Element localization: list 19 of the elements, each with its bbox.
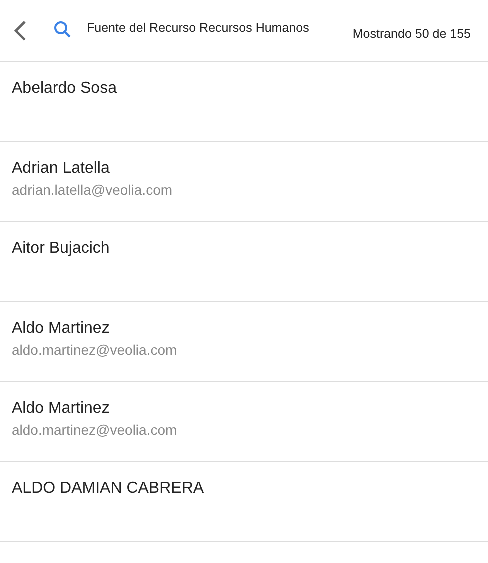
contact-email: aldo.martinez@veolia.com: [12, 421, 178, 439]
contact-email: aldo.martinez@veolia.com: [12, 341, 178, 359]
contact-row[interactable]: ALDO DAMIAN CABRERA: [0, 462, 488, 542]
contact-name: Aldo Martinez: [12, 319, 110, 339]
contact-row[interactable]: Adrian Latella adrian.latella@veolia.com: [0, 142, 488, 222]
search-query: Fuente del Recurso Recursos Humanos: [87, 21, 310, 35]
result-count: Mostrando 50 de 155: [352, 27, 471, 41]
contact-row[interactable]: Abelardo Sosa: [0, 62, 488, 142]
contact-name: Aitor Bujacich: [12, 239, 110, 259]
contact-row[interactable]: Aldo Martinez aldo.martinez@veolia.com: [0, 302, 488, 382]
contact-name: ALDO DAMIAN CABRERA: [12, 479, 204, 499]
back-icon[interactable]: [12, 19, 28, 43]
contact-row[interactable]: Aldo Martinez aldo.martinez@veolia.com: [0, 382, 488, 462]
contact-name: Abelardo Sosa: [12, 79, 117, 99]
contact-name: Aldo Martinez: [12, 399, 110, 419]
contact-email: adrian.latella@veolia.com: [12, 181, 173, 199]
contact-name: Adrian Latella: [12, 159, 110, 179]
contact-row[interactable]: Aitor Bujacich: [0, 222, 488, 302]
search-icon[interactable]: [53, 20, 73, 40]
